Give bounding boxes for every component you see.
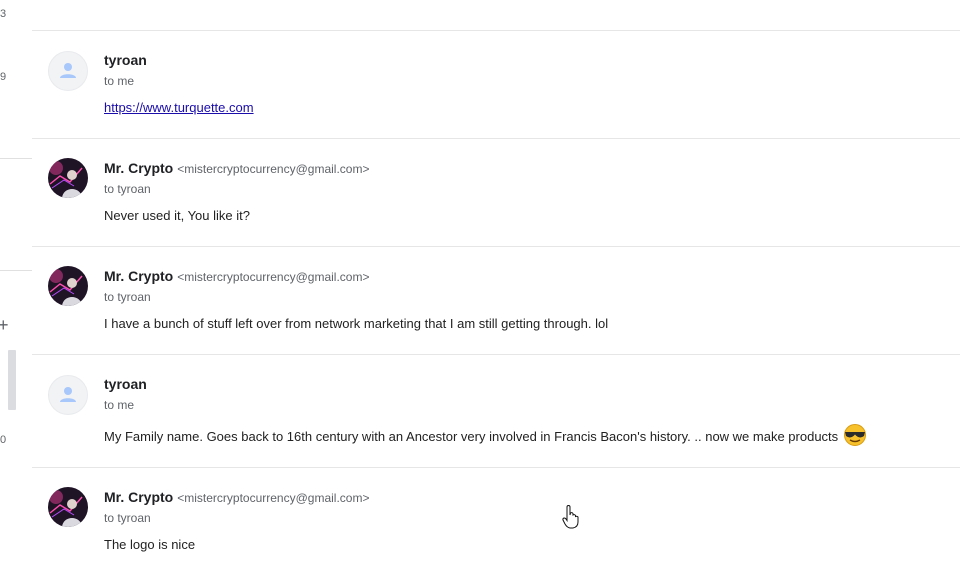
sender-name[interactable]: Mr. Crypto — [104, 489, 173, 505]
sender-email: <mistercryptocurrency@gmail.com> — [177, 270, 370, 284]
sender-line: Mr. Crypto <mistercryptocurrency@gmail.co… — [104, 267, 369, 286]
profile-photo — [48, 266, 88, 306]
recipient-label[interactable]: to me — [104, 73, 134, 89]
rail-fragment: 0 — [0, 434, 7, 446]
sender-name[interactable]: tyroan — [104, 52, 147, 68]
sunglasses-emoji-icon — [842, 424, 868, 451]
email-message[interactable]: tyroan to me My Family name. Goes back t… — [32, 355, 960, 468]
sender-name[interactable]: Mr. Crypto — [104, 268, 173, 284]
email-message[interactable]: Mr. Crypto <mistercryptocurrency@gmail.co… — [32, 247, 960, 355]
email-message[interactable]: tyroan to me https://www.turquette.com — [32, 31, 960, 139]
message-body: https://www.turquette.com — [104, 99, 254, 117]
left-rail: 3 9 + 0 — [0, 0, 32, 568]
message-body: I have a bunch of stuff left over from n… — [104, 316, 609, 331]
message-body: My Family name. Goes back to 16th centur… — [104, 424, 868, 451]
scrollbar[interactable] — [8, 350, 16, 410]
sender-email: <mistercryptocurrency@gmail.com> — [177, 491, 370, 505]
sender-line: Mr. Crypto <mistercryptocurrency@gmail.co… — [104, 488, 369, 507]
rail-fragment: 9 — [0, 71, 7, 83]
avatar — [48, 375, 88, 415]
add-icon[interactable]: + — [0, 316, 9, 334]
message-body: Never used it, You like it? — [104, 208, 250, 223]
rail-divider — [0, 158, 32, 159]
email-message[interactable]: Mr. Crypto <mistercryptocurrency@gmail.co… — [32, 139, 960, 247]
recipient-label[interactable]: to tyroan — [104, 181, 151, 197]
avatar — [48, 158, 88, 198]
sender-email: <mistercryptocurrency@gmail.com> — [177, 162, 370, 176]
message-body-text: My Family name. Goes back to 16th centur… — [104, 428, 839, 444]
recipient-label[interactable]: to me — [104, 397, 134, 413]
person-icon — [60, 63, 76, 78]
avatar — [48, 51, 88, 91]
profile-photo — [48, 158, 88, 198]
recipient-label[interactable]: to tyroan — [104, 289, 151, 305]
rail-divider — [0, 270, 32, 271]
person-icon — [60, 387, 76, 402]
body-link[interactable]: https://www.turquette.com — [104, 100, 254, 115]
profile-photo — [48, 487, 88, 527]
sender-line: tyroan — [104, 375, 147, 393]
avatar — [48, 266, 88, 306]
sender-name[interactable]: tyroan — [104, 376, 147, 392]
sender-name[interactable]: Mr. Crypto — [104, 160, 173, 176]
message-body: The logo is nice — [104, 537, 196, 552]
avatar — [48, 487, 88, 527]
sender-line: tyroan — [104, 51, 147, 69]
recipient-label[interactable]: to tyroan — [104, 510, 151, 526]
hand-cursor-icon — [562, 504, 580, 534]
rail-fragment: 3 — [0, 8, 7, 20]
email-message[interactable]: Mr. Crypto <mistercryptocurrency@gmail.co… — [32, 468, 960, 568]
sender-line: Mr. Crypto <mistercryptocurrency@gmail.co… — [104, 159, 369, 178]
